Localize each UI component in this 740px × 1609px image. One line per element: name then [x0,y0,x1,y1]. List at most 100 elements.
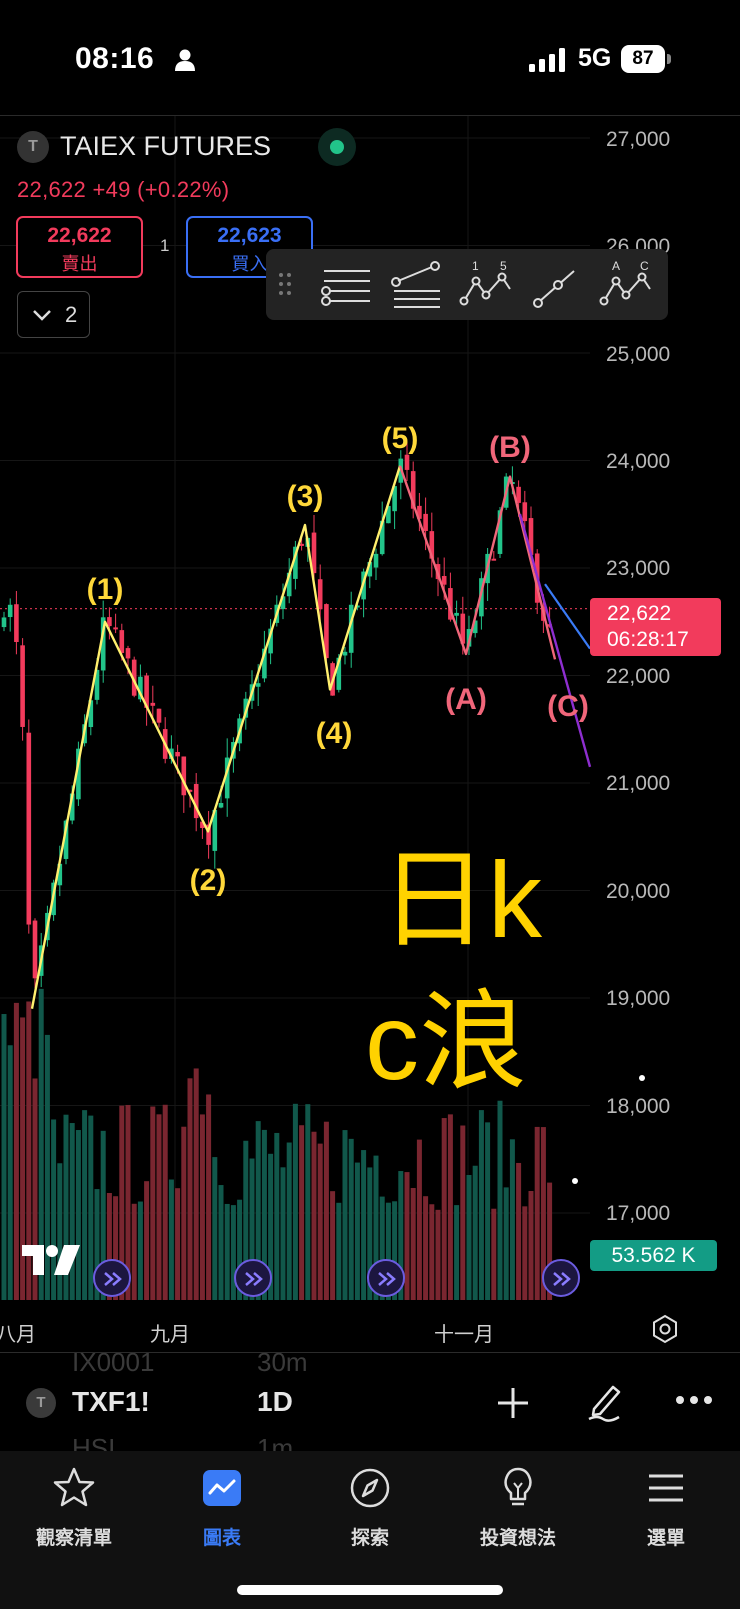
symbol-title[interactable]: TAIEX FUTURES [60,131,271,162]
volume-bar [330,1191,336,1300]
volume-bar [491,1208,497,1300]
compass-icon [350,1468,390,1508]
more-options-icon[interactable] [675,1393,713,1407]
volume-bar [218,1185,224,1300]
menu-icon [649,1474,683,1502]
volume-bar [336,1202,342,1300]
annotation-daily-k: 日k [380,839,543,960]
event-marker-icon[interactable] [367,1259,405,1297]
candle-body [373,553,379,568]
person-icon [175,49,195,71]
candle-body [119,630,125,653]
chart-dot [572,1178,578,1184]
volume-bar [305,1104,311,1300]
wave-label-3: (3) [286,480,324,513]
wave-label-5: (5) [381,422,419,455]
trend-line-tool-icon[interactable] [528,257,588,312]
y-axis-tick: 22,000 [606,665,671,688]
candle-body [175,752,180,757]
ticker-logo: T [26,1388,56,1418]
candle-body [342,651,348,656]
fib-retracement-tool-icon[interactable] [388,257,448,312]
volume-bar [497,1100,503,1300]
chart-icon [203,1470,241,1506]
volume-bar [478,1110,484,1300]
volume-bar [274,1132,280,1300]
tab-chart[interactable]: 圖表 [148,1451,296,1561]
ticker-button[interactable]: TXF1! [72,1386,150,1418]
ghost-symbol: HSI [72,1433,116,1451]
tab-ideas[interactable]: 投資想法 [444,1451,592,1561]
y-axis-tick: 20,000 [606,880,671,903]
elliott-correction-wave-tool-icon[interactable]: A C [598,257,658,312]
volume-bar [156,1114,162,1300]
tab-watchlist[interactable]: 觀察清單 [0,1451,148,1561]
event-marker-icon[interactable] [234,1259,272,1297]
interval-button[interactable]: 1D [257,1386,293,1418]
add-plus-icon[interactable] [496,1386,530,1420]
price-change: 22,622 +49 (+0.22%) [17,177,230,202]
indicators-toggle-button[interactable]: 2 [17,291,90,338]
impulse-label: 1 [472,259,479,273]
volume-bar [181,1126,187,1300]
sell-button[interactable]: 22,622 賣出 [16,216,143,278]
volume-bar [88,1115,94,1300]
market-open-indicator[interactable] [318,128,356,166]
x-axis-tick: 十一月 [434,1324,494,1346]
volume-bar [447,1114,453,1300]
y-axis-tick: 21,000 [606,772,671,795]
volume-bar [503,1187,509,1300]
bar-countdown: 06:28:17 [607,628,689,651]
candle-body [491,558,497,561]
chevron-down-icon [33,310,51,321]
event-marker-icon[interactable] [93,1259,131,1297]
tab-explore[interactable]: 探索 [296,1451,444,1561]
candle-body [1,617,7,628]
volume-bar [509,1139,515,1300]
candle-body [32,920,38,979]
volume-bar [7,1045,13,1300]
pitchfork-lines-tool-icon[interactable] [318,257,378,312]
volume-bar [144,1181,150,1300]
y-axis-tick: 18,000 [606,1095,671,1118]
annotation-c-wave: c浪 [365,981,528,1102]
tradingview-logo-icon[interactable] [20,1243,82,1277]
battery-icon: 87 [621,45,671,73]
y-axis-tick: 25,000 [606,343,671,366]
event-marker-icon[interactable] [542,1259,580,1297]
pencil-draw-icon[interactable] [585,1381,625,1423]
projection-line-blue [544,583,591,650]
y-axis-tick: 27,000 [606,128,671,151]
buy-price: 22,623 [217,224,282,247]
y-axis-tick: 24,000 [606,450,671,473]
projection-line-purple [518,513,592,768]
chart-settings-icon[interactable] [650,1314,680,1344]
symbol-logo[interactable]: T [17,131,49,163]
volume-bar [286,1142,292,1300]
ghost-interval: 1m [257,1433,294,1451]
home-indicator[interactable] [237,1585,503,1595]
y-axis-tick: 17,000 [606,1202,671,1225]
volume-bar [404,1172,410,1300]
volume-bar [206,1094,212,1300]
tab-menu[interactable]: 選單 [592,1451,740,1561]
correction-label: C [640,259,649,273]
spread-value: 1 [160,236,170,255]
ghost-symbol: IX0001 [72,1353,155,1377]
volume-bar [361,1150,367,1300]
candle-body [20,645,25,727]
candle-body [150,702,156,706]
status-time: 08:16 [75,42,155,75]
current-price-label: 22,622 06:28:17 [590,598,721,656]
volume-bar [472,1165,478,1300]
volume-bar [150,1106,156,1300]
wave-label-a: (A) [445,683,487,716]
wave-label-2: (2) [189,864,227,897]
volume-bar [292,1103,298,1300]
tab-label: 觀察清單 [35,1528,112,1549]
drag-handle-icon[interactable] [278,271,292,297]
elliott-impulse-wave-tool-icon[interactable]: 1 5 [458,257,518,312]
volume-label: 53.562 K [590,1240,717,1271]
candle-body [125,648,131,659]
wave-label-4: (4) [315,717,353,750]
